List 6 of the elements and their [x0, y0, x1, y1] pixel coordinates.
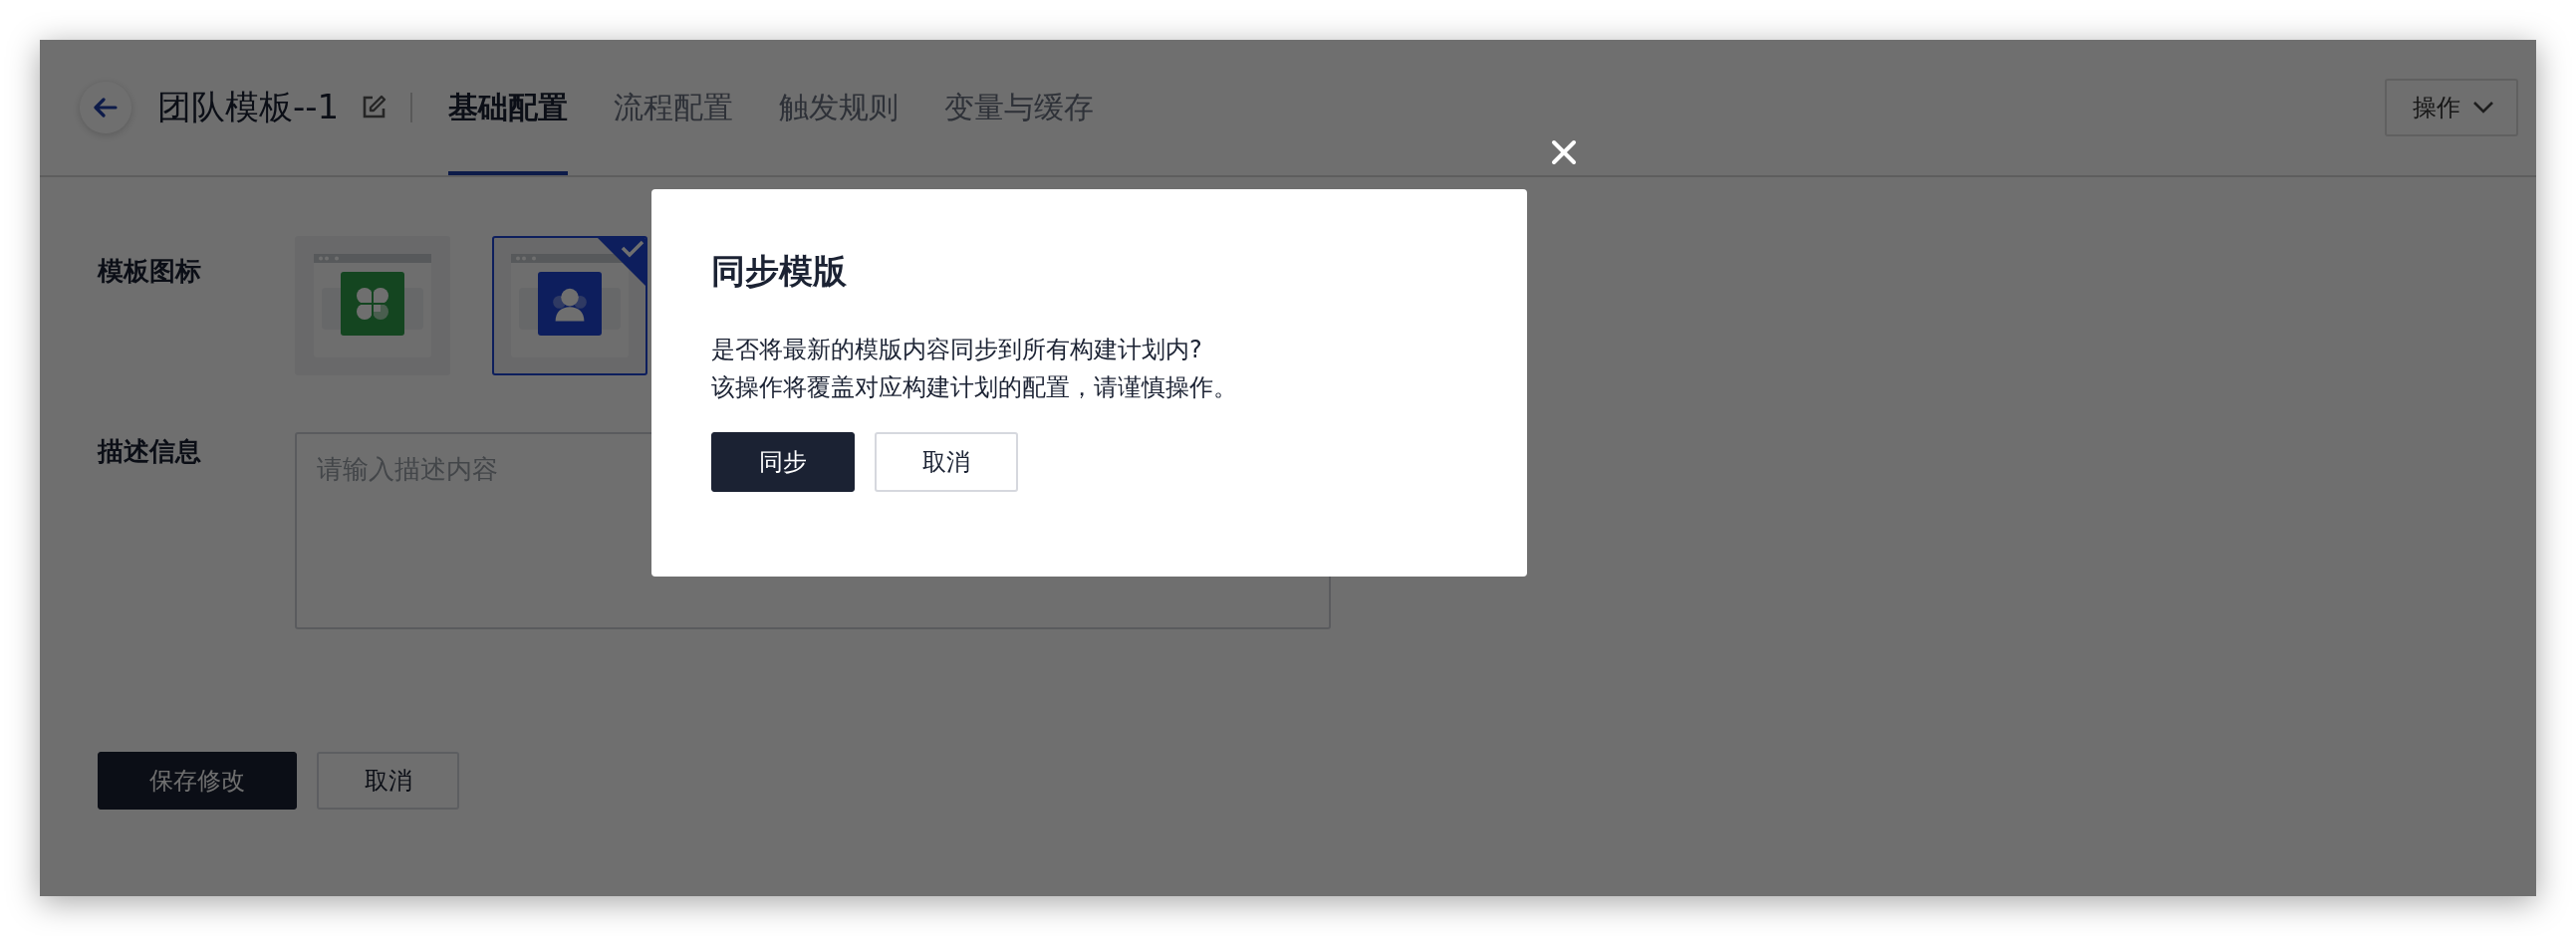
field-label: 模板图标: [98, 255, 202, 288]
template-title: 团队模板--1: [157, 86, 340, 128]
dialog-message: 是否将最新的模版内容同步到所有构建计划内?: [711, 335, 1203, 365]
field-label: 描述信息: [98, 435, 202, 468]
dialog-message: 该操作将覆盖对应构建计划的配置，请谨慎操作。: [711, 372, 1238, 403]
dialog-title: 同步模版: [711, 250, 848, 293]
